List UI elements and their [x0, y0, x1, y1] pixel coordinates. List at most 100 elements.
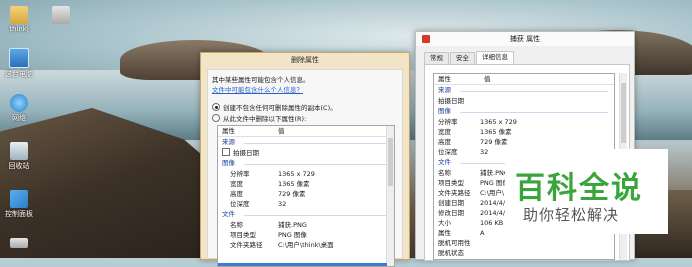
checkbox[interactable] [222, 148, 230, 156]
property-list[interactable]: 属性 值 来源 拍摄日期 图像 分辨率 1365 x 729 宽度 1365 像素 … [217, 125, 395, 267]
desktop-icon-image[interactable] [44, 6, 78, 25]
radio-create-copy[interactable]: 创建不包含任何可删除属性的副本(C)。 [212, 102, 337, 112]
column-header-value[interactable]: 值 [274, 126, 285, 136]
list-item[interactable]: 高度 729 像素 [218, 189, 394, 199]
list-item[interactable]: 脱机状态 [434, 248, 614, 258]
property-name: 名称 [438, 169, 451, 177]
property-name: 分辨率 [230, 170, 250, 178]
remove-properties-dialog: 删除属性 其中某些属性可能包含个人信息。 文件中可能包含什么个人信息？ 创建不包… [200, 52, 410, 267]
dialog-title: 捕获 属性 [509, 35, 541, 43]
watermark-slogan: 助你轻松解决 [523, 206, 620, 224]
selected-row-highlight [218, 263, 387, 266]
property-value [480, 238, 614, 248]
list-item[interactable]: 位深度 32 [218, 199, 394, 209]
property-value: 729 像素 [278, 190, 306, 198]
desktop-icon-thinkj[interactable]: thinkj [2, 6, 36, 33]
list-item[interactable]: 高度 729 像素 [434, 137, 614, 147]
property-name: 文件夹路径 [438, 189, 471, 197]
column-header-property[interactable]: 属性 [434, 74, 484, 84]
radio-remove-properties[interactable]: 从此文件中删除以下属性(R): [212, 113, 306, 123]
property-name: 创建日期 [438, 199, 464, 207]
dialog-title: 删除属性 [291, 56, 319, 64]
radio-button[interactable] [212, 103, 220, 111]
tab-bar: 常规 安全 详细信息 [424, 51, 515, 64]
list-item[interactable]: 拍摄日期 [218, 148, 394, 158]
property-value: C:\用户\think\桌面 [278, 241, 334, 249]
scrollbar-thumb[interactable] [388, 138, 393, 186]
file-icon [422, 35, 430, 43]
section-header: 文件 [218, 209, 394, 220]
column-header-value[interactable]: 值 [484, 74, 491, 84]
property-name: 拍摄日期 [233, 149, 259, 157]
property-name: 大小 [438, 219, 451, 227]
property-value [480, 248, 614, 258]
list-header: 属性 值 [434, 74, 614, 85]
radio-label: 从此文件中删除以下属性(R): [223, 115, 307, 123]
desktop-icon-this-pc[interactable]: 这台电脑 [2, 48, 36, 79]
column-header-property[interactable]: 属性 [218, 126, 274, 136]
desktop-icon-drive[interactable] [2, 238, 36, 249]
network-icon [10, 94, 28, 112]
property-name: 修改日期 [438, 209, 464, 217]
radio-button[interactable] [212, 114, 220, 122]
folder-icon [10, 6, 28, 24]
list-item[interactable]: 名称 捕获.PNG [218, 220, 394, 230]
list-item[interactable]: 分辨率 1365 x 729 [434, 117, 614, 127]
property-value [278, 148, 394, 158]
property-value: 捕获.PNG [278, 221, 307, 229]
property-name: 宽度 [438, 128, 451, 136]
radio-label: 创建不包含任何可删除属性的副本(C)。 [223, 104, 337, 112]
property-name: 分辨率 [438, 118, 458, 126]
property-name-cell: 拍摄日期 [218, 148, 278, 158]
desktop-icon-network[interactable]: 网络 [2, 94, 36, 123]
section-header: 图像 [434, 106, 614, 117]
property-value: 32 [278, 200, 287, 208]
section-header: 来源 [434, 85, 614, 96]
watermark-logo: 百科全说 助你轻松解决 [505, 149, 668, 234]
list-item[interactable]: 宽度 1365 像素 [218, 179, 394, 189]
computer-icon [9, 48, 29, 68]
property-name: 高度 [230, 190, 243, 198]
property-name: 属性 [438, 229, 451, 237]
list-item[interactable]: 分辨率 1365 x 729 [218, 169, 394, 179]
scrollbar[interactable] [386, 126, 394, 266]
property-value: 1365 x 729 [480, 118, 517, 126]
property-name: 文件夹路径 [230, 241, 263, 249]
section-header: 图像 [218, 158, 394, 169]
property-value: 1365 像素 [278, 180, 310, 188]
list-item[interactable]: 拍摄日期 [434, 96, 614, 106]
desktop-icon-control-panel[interactable]: 控制面板 [2, 190, 36, 219]
personal-info-link[interactable]: 文件中可能包含什么个人信息？ [212, 84, 303, 94]
dialog-titlebar: 捕获 属性 [416, 32, 634, 46]
list-item[interactable]: 宽度 1365 像素 [434, 127, 614, 137]
property-name: 项目类型 [230, 231, 256, 239]
section-header: 来源 [218, 137, 394, 148]
desktop-icon-label: thinkj [9, 25, 29, 33]
property-name: 脱机状态 [438, 249, 464, 257]
dialog-description: 其中某些属性可能包含个人信息。 [212, 76, 310, 84]
desktop-icon-recycle-bin[interactable]: 回收站 [2, 142, 36, 171]
list-item[interactable]: 项目类型 PNG 图像 [218, 230, 394, 240]
property-name: 脱机可用性 [438, 239, 471, 247]
list-item[interactable]: 文件夹路径 C:\用户\think\桌面 [218, 240, 394, 250]
tab-security[interactable]: 安全 [450, 52, 475, 64]
list-header: 属性 值 [218, 126, 394, 137]
property-name: 宽度 [230, 180, 243, 188]
property-name: 位深度 [438, 148, 458, 156]
property-value: 1365 像素 [480, 128, 512, 136]
tab-general[interactable]: 常规 [424, 52, 449, 64]
property-value: 729 像素 [480, 138, 508, 146]
desktop-icon-label: 回收站 [8, 162, 30, 170]
property-name: 名称 [230, 221, 243, 229]
property-value: 1365 x 729 [278, 170, 315, 178]
drive-icon [10, 238, 28, 248]
property-name: 拍摄日期 [438, 97, 464, 105]
image-icon [52, 6, 70, 24]
desktop-icon-label: 网络 [12, 114, 26, 122]
desktop-icon-label: 这台电脑 [5, 70, 33, 78]
list-item[interactable]: 脱机可用性 [434, 238, 614, 248]
property-value: PNG 图像 [278, 231, 307, 239]
scrollbar-thumb[interactable] [621, 83, 626, 143]
property-value [480, 96, 614, 106]
tab-details[interactable]: 详细信息 [476, 51, 514, 64]
